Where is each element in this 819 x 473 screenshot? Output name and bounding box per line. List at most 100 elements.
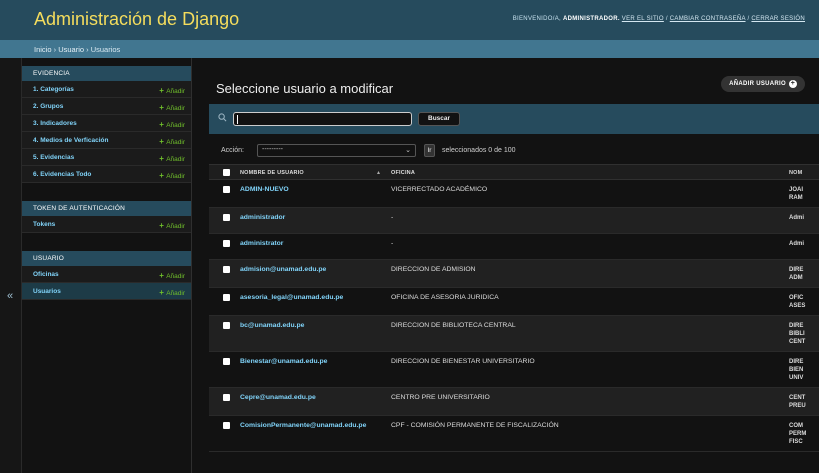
office-cell: CENTRO PRE UNIVERSITARIO bbox=[391, 394, 490, 401]
sidebar-model-link[interactable]: 1. Categorías bbox=[33, 86, 74, 93]
breadcrumb: Inicio › Usuario › Usuarios bbox=[0, 40, 819, 58]
username-link[interactable]: Cepre@unamad.edu.pe bbox=[240, 394, 316, 401]
username-link[interactable]: admision@unamad.edu.pe bbox=[240, 266, 326, 273]
table-body: ADMIN-NUEVO VICERRECTADO ACADÉMICO JOAI RAM… bbox=[209, 180, 819, 452]
name-cell-line: Admi bbox=[789, 215, 804, 221]
select-all-checkbox[interactable] bbox=[223, 169, 230, 176]
row-select-checkbox[interactable] bbox=[223, 214, 230, 221]
actions-bar: Acción: --------- ⌄ Ir seleccionados 0 d… bbox=[209, 143, 819, 159]
search-toolbar: Buscar bbox=[209, 104, 819, 134]
name-cell: Admi bbox=[789, 214, 819, 222]
name-cell: DIRE ADM bbox=[789, 266, 819, 282]
name-cell-line: PERM bbox=[789, 431, 807, 437]
column-header-office[interactable]: OFICINA bbox=[391, 170, 415, 176]
name-cell-line: CENT bbox=[789, 395, 806, 401]
sidebar-add-link[interactable]: + Añadir bbox=[159, 103, 185, 112]
table-row: Bienestar@unamad.edu.pe DIRECCION DE BIEN… bbox=[209, 352, 819, 388]
username-link[interactable]: administrator bbox=[240, 240, 283, 247]
name-cell-line: CENT bbox=[789, 339, 806, 345]
sort-asc-icon[interactable]: ▴ bbox=[377, 169, 380, 176]
name-cell: CENT PREU bbox=[789, 394, 819, 410]
name-cell: JOAI RAM bbox=[789, 186, 819, 202]
site-header: Administración de Django BIENVENIDO/A, A… bbox=[0, 0, 819, 40]
breadcrumb-app[interactable]: Usuario bbox=[58, 45, 84, 54]
name-cell-line: BIBLI bbox=[789, 331, 805, 337]
username-link[interactable]: asesoria_legal@unamad.edu.pe bbox=[240, 294, 343, 301]
action-select[interactable]: --------- ⌄ bbox=[257, 144, 416, 157]
plus-icon: + bbox=[789, 80, 797, 88]
table-row: admision@unamad.edu.pe DIRECCION DE ADMIS… bbox=[209, 260, 819, 288]
username-link[interactable]: ADMIN-NUEVO bbox=[240, 186, 289, 193]
sidebar-add-link[interactable]: + Añadir bbox=[159, 120, 185, 129]
username-link[interactable]: administrador bbox=[240, 214, 285, 221]
office-cell: DIRECCION DE ADMISION bbox=[391, 266, 476, 273]
view-site-link[interactable]: VER EL SITIO bbox=[622, 16, 664, 22]
results-table: NOMBRE DE USUARIO ▴ OFICINA NOM ADMIN-NU… bbox=[209, 164, 819, 452]
username-link[interactable]: bc@unamad.edu.pe bbox=[240, 322, 304, 329]
name-cell: DIRE BIEN UNIV bbox=[789, 358, 819, 382]
sidebar-model-row: 4. Medios de Verficación + Añadir bbox=[22, 132, 191, 149]
sidebar-add-link[interactable]: + Añadir bbox=[159, 154, 185, 163]
search-icon bbox=[218, 113, 227, 122]
column-header-username[interactable]: NOMBRE DE USUARIO bbox=[240, 170, 304, 176]
sidebar-add-link[interactable]: + Añadir bbox=[159, 221, 185, 230]
sidebar-add-link[interactable]: + Añadir bbox=[159, 137, 185, 146]
app-module-caption[interactable]: USUARIO bbox=[22, 251, 191, 266]
sidebar-model-row: 2. Grupos + Añadir bbox=[22, 98, 191, 115]
add-user-button[interactable]: AÑADIR USUARIO + bbox=[721, 76, 805, 92]
row-select-checkbox[interactable] bbox=[223, 294, 230, 301]
change-password-link[interactable]: CAMBIAR CONTRASEÑA bbox=[670, 16, 746, 22]
row-select-checkbox[interactable] bbox=[223, 266, 230, 273]
site-name[interactable]: Administración de Django bbox=[34, 9, 239, 30]
logout-link[interactable]: CERRAR SESIÓN bbox=[751, 16, 805, 22]
nav-sidebar-toggle[interactable]: « bbox=[0, 58, 22, 473]
sidebar-model-row: Tokens + Añadir bbox=[22, 216, 191, 233]
sidebar-model-link[interactable]: 2. Grupos bbox=[33, 103, 63, 110]
app-module-caption[interactable]: TOKEN DE AUTENTICACIÓN bbox=[22, 201, 191, 216]
search-input[interactable] bbox=[233, 112, 412, 126]
name-cell-line: ASES bbox=[789, 303, 806, 309]
go-button[interactable]: Ir bbox=[424, 144, 435, 157]
breadcrumb-home[interactable]: Inicio bbox=[34, 45, 52, 54]
name-cell-line: UNIV bbox=[789, 375, 804, 381]
sidebar-model-link[interactable]: Usuarios bbox=[33, 288, 61, 295]
name-cell-line: RAM bbox=[789, 195, 803, 201]
sidebar-model-link[interactable]: Oficinas bbox=[33, 271, 59, 278]
row-select-checkbox[interactable] bbox=[223, 240, 230, 247]
app-module-caption[interactable]: EVIDENCIA bbox=[22, 66, 191, 81]
table-row: bc@unamad.edu.pe DIRECCION DE BIBLIOTECA … bbox=[209, 316, 819, 352]
sidebar-model-link[interactable]: 4. Medios de Verficación bbox=[33, 137, 109, 144]
sidebar-model-row: Oficinas + Añadir bbox=[22, 266, 191, 283]
office-cell: CPF - COMISIÓN PERMANENTE DE FISCALIZACI… bbox=[391, 422, 559, 429]
sidebar-add-link[interactable]: + Añadir bbox=[159, 86, 185, 95]
username-link[interactable]: Bienestar@unamad.edu.pe bbox=[240, 358, 327, 365]
table-header: NOMBRE DE USUARIO ▴ OFICINA NOM bbox=[209, 164, 819, 180]
row-select-checkbox[interactable] bbox=[223, 422, 230, 429]
office-cell: DIRECCION DE BIBLIOTECA CENTRAL bbox=[391, 322, 516, 329]
name-cell-line: JOAI bbox=[789, 187, 804, 193]
search-button[interactable]: Buscar bbox=[418, 112, 461, 126]
column-header-name[interactable]: NOM bbox=[789, 170, 802, 176]
sidebar-add-link[interactable]: + Añadir bbox=[159, 171, 185, 180]
name-cell-line: PREU bbox=[789, 403, 806, 409]
sidebar-model-link[interactable]: 5. Evidencias bbox=[33, 154, 74, 161]
name-cell-line: COM bbox=[789, 423, 803, 429]
name-cell-line: Admi bbox=[789, 241, 804, 247]
sidebar-model-link[interactable]: 6. Evidencias Todo bbox=[33, 171, 91, 178]
name-cell-line: DIRE bbox=[789, 323, 804, 329]
app-module: EVIDENCIA 1. Categorías + Añadir 2. Grupos +… bbox=[22, 66, 191, 183]
username-label: ADMINISTRADOR. bbox=[562, 16, 620, 22]
app-module: USUARIO Oficinas + Añadir Usuarios + Añadir bbox=[22, 251, 191, 300]
sidebar-add-link[interactable]: + Añadir bbox=[159, 288, 185, 297]
row-select-checkbox[interactable] bbox=[223, 322, 230, 329]
sidebar-model-link[interactable]: Tokens bbox=[33, 221, 55, 228]
office-cell: VICERRECTADO ACADÉMICO bbox=[391, 186, 488, 193]
row-select-checkbox[interactable] bbox=[223, 358, 230, 365]
row-select-checkbox[interactable] bbox=[223, 394, 230, 401]
sidebar-model-link[interactable]: 3. Indicadores bbox=[33, 120, 77, 127]
username-link[interactable]: ComisionPermanente@unamad.edu.pe bbox=[240, 422, 366, 429]
sidebar-add-link[interactable]: + Añadir bbox=[159, 271, 185, 280]
row-select-checkbox[interactable] bbox=[223, 186, 230, 193]
sidebar-model-row: 1. Categorías + Añadir bbox=[22, 81, 191, 98]
chevron-down-icon: ⌄ bbox=[405, 147, 411, 154]
